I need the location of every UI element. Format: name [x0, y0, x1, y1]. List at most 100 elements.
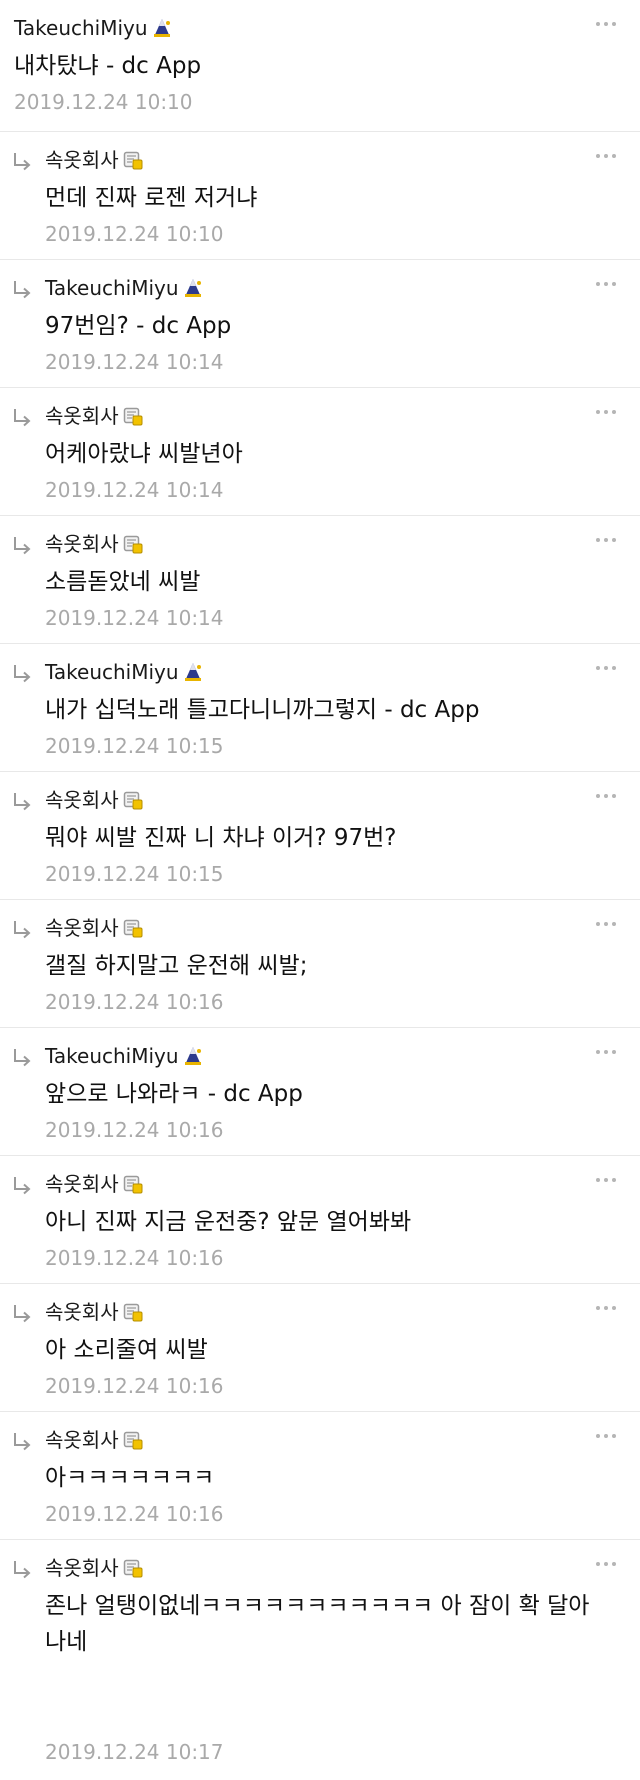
comment-header: TakeuchiMiyu	[14, 14, 173, 42]
comment-item: 속옷회사 아 소리줄여 씨발 2019.12.24 10:16	[0, 1284, 640, 1412]
comment-item: 속옷회사 아ㅋㅋㅋㅋㅋㅋㅋ 2019.12.24 10:16	[0, 1412, 640, 1540]
nickname[interactable]: TakeuchiMiyu	[45, 658, 179, 686]
more-options-button[interactable]	[594, 1298, 618, 1318]
comment-timestamp: 2019.12.24 10:17	[45, 1740, 224, 1764]
comment-timestamp: 2019.12.24 10:15	[45, 862, 224, 886]
more-dots-icon	[596, 282, 616, 286]
comment-text: 먼데 진짜 로젠 저거냐	[45, 185, 258, 211]
more-dots-icon	[596, 154, 616, 158]
gallog-fixed-nick-icon	[182, 277, 204, 299]
comment-item: 속옷회사 갤질 하지말고 운전해 씨발; 2019.12.24 10:16	[0, 900, 640, 1028]
gallog-fixed-nick-icon	[151, 17, 173, 39]
more-options-button[interactable]	[594, 146, 618, 166]
comment-timestamp: 2019.12.24 10:14	[45, 350, 224, 374]
comment-timestamp: 2019.12.24 10:16	[45, 1246, 224, 1270]
reply-arrow-icon	[12, 1304, 32, 1324]
more-options-button[interactable]	[594, 274, 618, 294]
gallog-nick-icon	[122, 1173, 144, 1195]
comment-item: TakeuchiMiyu 97번임? - dc App 2019.12.24 1…	[0, 260, 640, 388]
comment-text: 내가 십덕노래 틀고다니니까그렇지 - dc App	[45, 697, 480, 723]
nickname[interactable]: 속옷회사	[45, 786, 119, 814]
more-dots-icon	[596, 794, 616, 798]
more-options-button[interactable]	[594, 402, 618, 422]
gallog-fixed-nick-icon	[182, 661, 204, 683]
more-options-button[interactable]	[594, 530, 618, 550]
comment-timestamp: 2019.12.24 10:16	[45, 1502, 224, 1526]
nickname[interactable]: 속옷회사	[45, 1554, 119, 1582]
comment-item: 속옷회사 먼데 진짜 로젠 저거냐 2019.12.24 10:10	[0, 132, 640, 260]
comment-item: TakeuchiMiyu 내차탔냐 - dc App 2019.12.24 10…	[0, 0, 640, 132]
reply-arrow-icon	[12, 536, 32, 556]
comment-text: 어케아랐냐 씨발년아	[45, 441, 243, 467]
more-dots-icon	[596, 410, 616, 414]
more-dots-icon	[596, 538, 616, 542]
comment-item: TakeuchiMiyu 내가 십덕노래 틀고다니니까그렇지 - dc App …	[0, 644, 640, 772]
comment-text: 내차탔냐 - dc App	[14, 53, 202, 79]
reply-arrow-icon	[12, 792, 32, 812]
comment-timestamp: 2019.12.24 10:15	[45, 734, 224, 758]
more-options-button[interactable]	[594, 1170, 618, 1190]
comment-text: 97번임? - dc App	[45, 313, 232, 339]
reply-arrow-icon	[12, 1176, 32, 1196]
comment-text: 소름돋았네 씨발	[45, 569, 201, 595]
more-options-button[interactable]	[594, 658, 618, 678]
more-dots-icon	[596, 1434, 616, 1438]
more-dots-icon	[596, 1178, 616, 1182]
more-options-button[interactable]	[594, 786, 618, 806]
more-options-button[interactable]	[594, 1554, 618, 1574]
reply-arrow-icon	[12, 408, 32, 428]
comment-header: 속옷회사	[45, 530, 144, 558]
nickname[interactable]: 속옷회사	[45, 1426, 119, 1454]
comment-header: TakeuchiMiyu	[45, 658, 204, 686]
more-options-button[interactable]	[594, 914, 618, 934]
reply-arrow-icon	[12, 920, 32, 940]
comment-item: 속옷회사 소름돋았네 씨발 2019.12.24 10:14	[0, 516, 640, 644]
more-dots-icon	[596, 1562, 616, 1566]
comment-item: 속옷회사 아니 진짜 지금 운전중? 앞문 열어봐봐 2019.12.24 10…	[0, 1156, 640, 1284]
reply-arrow-icon	[12, 152, 32, 172]
comment-list: TakeuchiMiyu 내차탔냐 - dc App 2019.12.24 10…	[0, 0, 640, 1780]
more-dots-icon	[596, 922, 616, 926]
comment-header: 속옷회사	[45, 146, 144, 174]
reply-arrow-icon	[12, 1432, 32, 1452]
nickname[interactable]: 속옷회사	[45, 146, 119, 174]
comment-timestamp: 2019.12.24 10:14	[45, 478, 224, 502]
more-options-button[interactable]	[594, 1042, 618, 1062]
comment-header: 속옷회사	[45, 1554, 144, 1582]
comment-text: 뭐야 씨발 진짜 니 차냐 이거? 97번?	[45, 825, 397, 851]
comment-header: 속옷회사	[45, 402, 144, 430]
more-dots-icon	[596, 1306, 616, 1310]
nickname[interactable]: TakeuchiMiyu	[45, 1042, 179, 1070]
comment-text: 아 소리줄여 씨발	[45, 1337, 208, 1363]
gallog-nick-icon	[122, 789, 144, 811]
gallog-nick-icon	[122, 1557, 144, 1579]
more-options-button[interactable]	[594, 1426, 618, 1446]
gallog-nick-icon	[122, 149, 144, 171]
more-dots-icon	[596, 1050, 616, 1054]
comment-header: TakeuchiMiyu	[45, 1042, 204, 1070]
comment-text: 아니 진짜 지금 운전중? 앞문 열어봐봐	[45, 1209, 412, 1235]
gallog-nick-icon	[122, 1301, 144, 1323]
comment-text: 앞으로 나와라ㅋ - dc App	[45, 1081, 303, 1107]
reply-arrow-icon	[12, 280, 32, 300]
gallog-nick-icon	[122, 917, 144, 939]
gallog-nick-icon	[122, 533, 144, 555]
nickname[interactable]: TakeuchiMiyu	[45, 274, 179, 302]
nickname[interactable]: 속옷회사	[45, 1298, 119, 1326]
reply-arrow-icon	[12, 1048, 32, 1068]
more-options-button[interactable]	[594, 14, 618, 34]
comment-timestamp: 2019.12.24 10:16	[45, 990, 224, 1014]
nickname[interactable]: 속옷회사	[45, 402, 119, 430]
nickname[interactable]: 속옷회사	[45, 914, 119, 942]
comment-timestamp: 2019.12.24 10:10	[45, 222, 224, 246]
comment-text: 아ㅋㅋㅋㅋㅋㅋㅋ	[45, 1465, 215, 1491]
nickname[interactable]: TakeuchiMiyu	[14, 14, 148, 42]
comment-header: 속옷회사	[45, 1298, 144, 1326]
comment-header: 속옷회사	[45, 786, 144, 814]
reply-arrow-icon	[12, 664, 32, 684]
gallog-fixed-nick-icon	[182, 1045, 204, 1067]
nickname[interactable]: 속옷회사	[45, 530, 119, 558]
nickname[interactable]: 속옷회사	[45, 1170, 119, 1198]
comment-header: TakeuchiMiyu	[45, 274, 204, 302]
comment-text: 존나 얼탱이없네ㅋㅋㅋㅋㅋㅋㅋㅋㅋㅋㅋ 아 잠이 확 달아나네	[45, 1593, 590, 1655]
